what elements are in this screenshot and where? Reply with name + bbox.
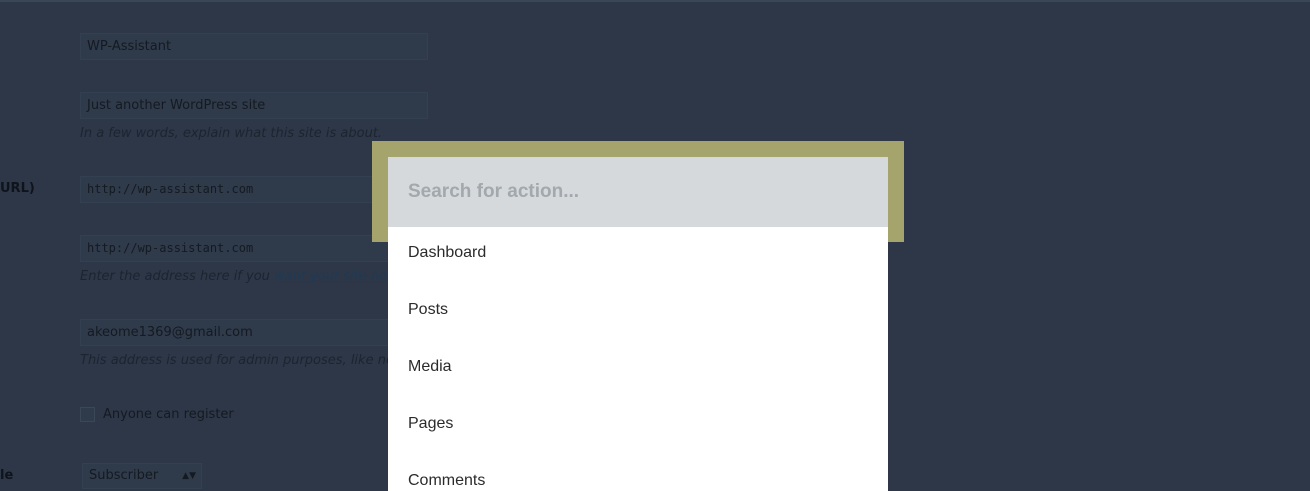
action-item-media[interactable]: Media [388, 341, 888, 398]
action-item-posts[interactable]: Posts [388, 284, 888, 341]
action-item-dashboard[interactable]: Dashboard [388, 227, 888, 284]
membership-label: Anyone can register [103, 407, 234, 422]
tagline-description: In a few words, explain what this site i… [80, 126, 383, 141]
admin-email-description: This address is used for admin purposes,… [80, 353, 405, 368]
default-role-value: Subscriber [89, 468, 159, 483]
site-address-label: URL) [0, 181, 35, 196]
tagline-input[interactable]: Just another WordPress site [80, 92, 428, 119]
default-role-select[interactable]: Subscriber ▲▼ [82, 463, 202, 489]
action-item-pages[interactable]: Pages [388, 398, 888, 455]
site-address-description: Enter the address here if you want your … [80, 269, 408, 284]
site-address-desc-text: Enter the address here if you [80, 269, 275, 284]
select-arrows-icon: ▲▼ [182, 471, 196, 481]
action-list: Dashboard Posts Media Pages Comments [388, 227, 888, 491]
divider [0, 0, 1310, 2]
site-title-input[interactable]: WP-Assistant [80, 33, 428, 60]
membership-checkbox[interactable] [80, 407, 95, 422]
action-search-input[interactable] [388, 157, 888, 227]
admin-email-input[interactable]: akeome1369@gmail.com [80, 319, 428, 346]
default-role-label: le [0, 468, 14, 483]
action-item-comments[interactable]: Comments [388, 455, 888, 491]
screen: WP-Assistant Just another WordPress site… [0, 0, 1310, 491]
